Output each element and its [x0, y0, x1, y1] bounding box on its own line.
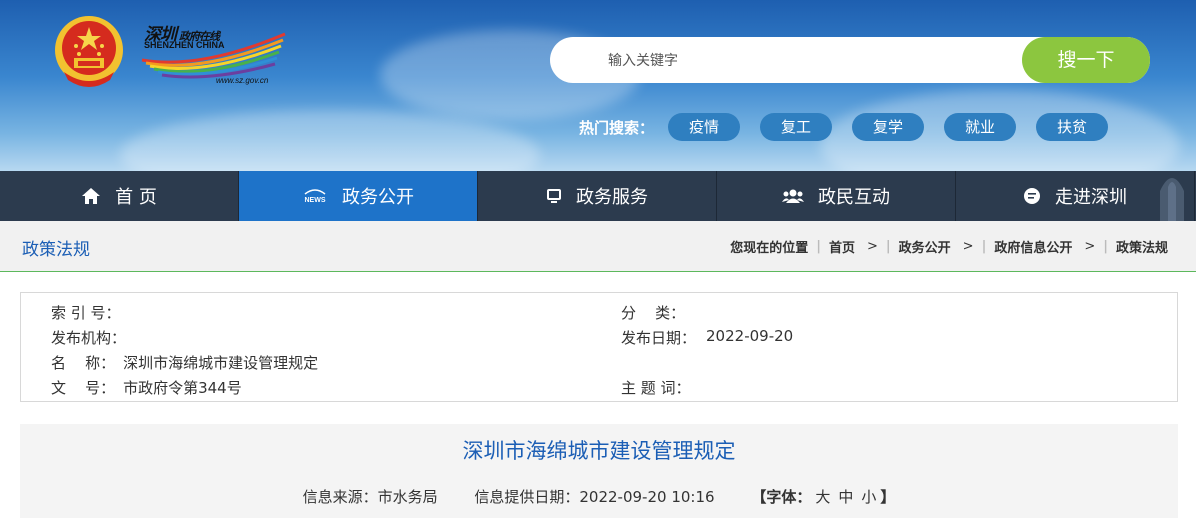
search-input[interactable]: [606, 49, 1010, 73]
article-header: 深圳市海绵城市建设管理规定 信息来源：市水务局 信息提供日期：2022-09-2…: [20, 424, 1178, 518]
info-label: 文 号：: [51, 379, 116, 397]
breadcrumb: 您现在的位置 | 首页 > | 政务公开 > | 政府信息公开 > | 政策法规: [730, 237, 1168, 256]
breadcrumb-bar: 政策法规 您现在的位置 | 首页 > | 政务公开 > | 政府信息公开 > |…: [0, 221, 1196, 272]
breadcrumb-separator: >: [866, 239, 878, 254]
nav-item-government-services[interactable]: 政务服务: [478, 171, 717, 221]
info-label: 索 引 号：: [51, 304, 121, 322]
nav-label: 走进深圳: [1055, 187, 1127, 208]
info-label: 主 题 词：: [621, 379, 691, 397]
font-size-switcher: 【字体：大中小】: [751, 488, 895, 506]
chat-icon: [1023, 187, 1041, 205]
info-label: 发布机构：: [51, 329, 127, 347]
monitor-icon: [546, 188, 562, 204]
breadcrumb-separator: >: [962, 239, 974, 254]
nav-item-public-interaction[interactable]: 政民互动: [717, 171, 956, 221]
skyline-decoration-icon: [1160, 178, 1184, 221]
nav-label: 政务公开: [342, 187, 414, 208]
breadcrumb-policy[interactable]: 政策法规: [1116, 237, 1168, 256]
rainbow-wings-icon: [141, 32, 286, 79]
divider: |: [981, 239, 987, 254]
info-row-topic: 主 题 词：: [621, 377, 699, 398]
hot-search-bar: 热门搜索： 疫情 复工 复学 就业 扶贫: [579, 112, 1128, 142]
hot-search-label: 热门搜索：: [579, 118, 655, 137]
hot-tag-poverty[interactable]: 扶贫: [1036, 113, 1109, 141]
info-row-category: 分 类：: [621, 302, 693, 323]
article-provided-date: 信息提供日期：2022-09-20 10:16: [474, 488, 715, 506]
info-value: 市政府令第344号: [123, 379, 242, 397]
cloud-decoration: [120, 110, 540, 171]
main-nav: 首 页 NEWS 政务公开 政务服务 政民互动 走进深圳: [0, 171, 1196, 221]
breadcrumb-prefix: 您现在的位置: [730, 241, 809, 256]
info-row-name: 名 称： 深圳市海绵城市建设管理规定: [51, 352, 318, 373]
info-row-date: 发布日期： 2022-09-20: [621, 327, 793, 348]
font-size-open: 【字体：: [751, 488, 812, 506]
news-icon: NEWS: [302, 188, 328, 204]
search-box: 搜一下: [550, 37, 1150, 83]
font-size-close: 】: [880, 488, 896, 506]
home-icon: [81, 187, 101, 205]
info-label: 名 称：: [51, 354, 116, 372]
hot-tag-resume-school[interactable]: 复学: [852, 113, 925, 141]
divider: |: [816, 239, 821, 254]
info-value: 2022-09-20: [706, 327, 794, 345]
breadcrumb-separator: >: [1084, 239, 1096, 254]
font-small-button[interactable]: 小: [861, 488, 876, 506]
search-button[interactable]: 搜一下: [1022, 37, 1150, 83]
hot-tag-resume-work[interactable]: 复工: [760, 113, 833, 141]
nav-item-explore-shenzhen[interactable]: 走进深圳: [956, 171, 1195, 221]
hot-tag-employment[interactable]: 就业: [944, 113, 1017, 141]
font-medium-button[interactable]: 中: [838, 488, 853, 506]
logo-url: www.sz.gov.cn: [216, 76, 269, 85]
people-icon: [782, 188, 804, 204]
hot-tag-epidemic[interactable]: 疫情: [668, 113, 741, 141]
divider: |: [1103, 239, 1108, 254]
nav-label: 政民互动: [818, 187, 890, 208]
nav-item-government-affairs[interactable]: NEWS 政务公开: [239, 171, 478, 221]
info-value: 深圳市海绵城市建设管理规定: [123, 354, 319, 372]
breadcrumb-gov-info[interactable]: 政府信息公开: [994, 237, 1072, 256]
section-title: 政策法规: [22, 240, 90, 260]
nav-label: 政务服务: [576, 187, 648, 208]
site-header: 深圳政府在线 SHENZHEN CHINA www.sz.gov.cn 搜一下 …: [0, 0, 1196, 171]
article-title: 深圳市海绵城市建设管理规定: [462, 439, 736, 463]
document-info-table: 索 引 号： 分 类： 发布机构： 发布日期： 2022-09-20 名 称： …: [20, 292, 1178, 402]
info-row-index: 索 引 号：: [51, 302, 129, 323]
font-large-button[interactable]: 大: [815, 488, 830, 506]
national-emblem-icon: [55, 16, 123, 87]
divider: |: [885, 239, 891, 254]
svg-text:NEWS: NEWS: [305, 197, 326, 204]
nav-label: 首 页: [115, 187, 157, 208]
info-label: 发布日期：: [621, 329, 697, 347]
nav-item-home[interactable]: 首 页: [0, 171, 239, 221]
article-source: 信息来源：市水务局: [302, 488, 438, 506]
info-row-doc-number: 文 号： 市政府令第344号: [51, 377, 242, 398]
article-meta: 信息来源：市水务局 信息提供日期：2022-09-20 10:16 【字体：大中…: [20, 486, 1178, 507]
breadcrumb-home[interactable]: 首页: [829, 237, 855, 256]
info-label: 分 类：: [621, 304, 686, 322]
info-row-publisher: 发布机构：: [51, 327, 134, 348]
site-logo[interactable]: 深圳 政府在线 SHENZHEN CHINA www.sz.gov.cn: [140, 20, 290, 90]
breadcrumb-government-affairs[interactable]: 政务公开: [899, 237, 951, 256]
